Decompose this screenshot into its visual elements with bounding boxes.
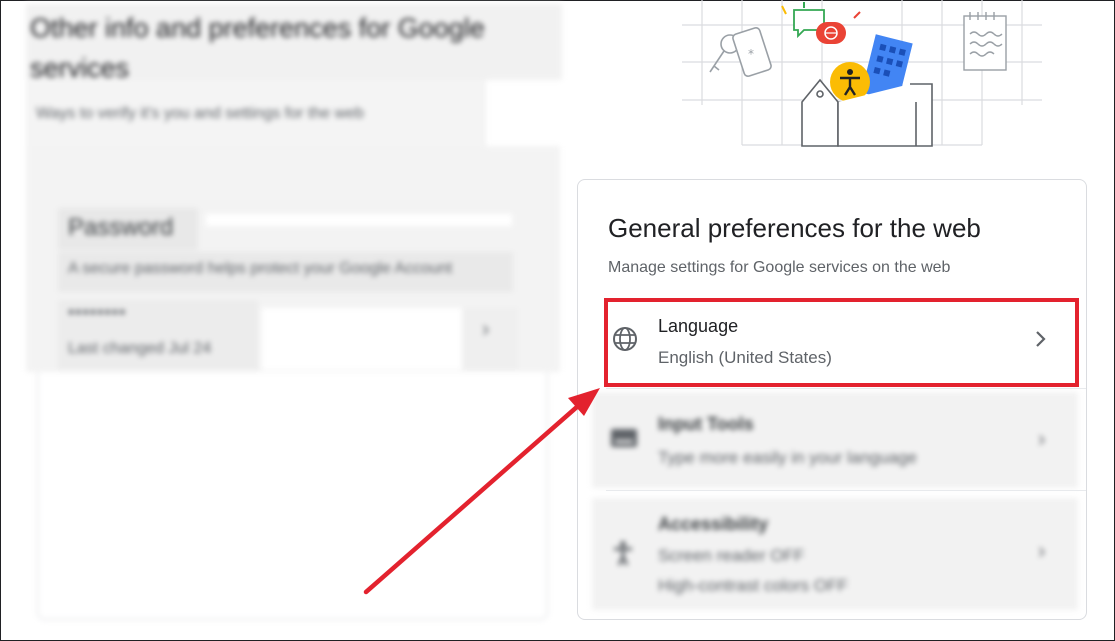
preferences-illustration: * [682,0,1042,147]
left-section-title: Other info and preferences for Google se… [30,13,485,83]
password-last-changed: Last changed Jul 24 [68,340,212,357]
password-description: A secure password helps protect your Goo… [68,260,453,277]
divider [606,388,1086,389]
highlight-box-annotation [604,298,1079,387]
chevron-right-icon[interactable]: › [1038,426,1045,452]
password-title: Password [68,214,174,241]
card-title: General preferences for the web [608,213,981,243]
svg-text:*: * [748,47,754,61]
accessibility-icon [614,541,632,566]
keyboard-icon [611,429,637,447]
key-icon: * [709,26,772,78]
input-tools-label: Input Tools [658,414,754,434]
left-section-subtitle: Ways to verify it's you and settings for… [36,105,364,122]
card-subtitle: Manage settings for Google services on t… [608,259,951,276]
accessibility-value-screen-reader: Screen reader OFF [658,546,805,565]
accessibility-value-contrast: High-contrast colors OFF [658,576,848,595]
accessibility-setting-row[interactable]: Accessibility Screen reader OFF High-con… [592,498,1078,610]
chat-bubble-icon [781,2,861,44]
divider [606,490,1086,491]
accessibility-label: Accessibility [658,514,769,534]
chevron-right-icon[interactable]: › [1038,538,1045,564]
notepad-icon [963,12,1007,71]
password-masked-value: •••••••• [68,302,127,322]
chevron-right-icon[interactable]: › [482,316,489,342]
left-section: Other info and preferences for Google se… [0,0,565,641]
input-tools-setting-row[interactable]: Input Tools Type more easily in your lan… [592,392,1078,488]
general-preferences-card: General preferences for the web Manage s… [577,179,1087,620]
password-header: Password A secure password helps protect… [58,206,513,294]
password-row[interactable]: •••••••• Last changed Jul 24 › [58,300,518,370]
input-tools-value: Type more easily in your language [658,448,917,467]
